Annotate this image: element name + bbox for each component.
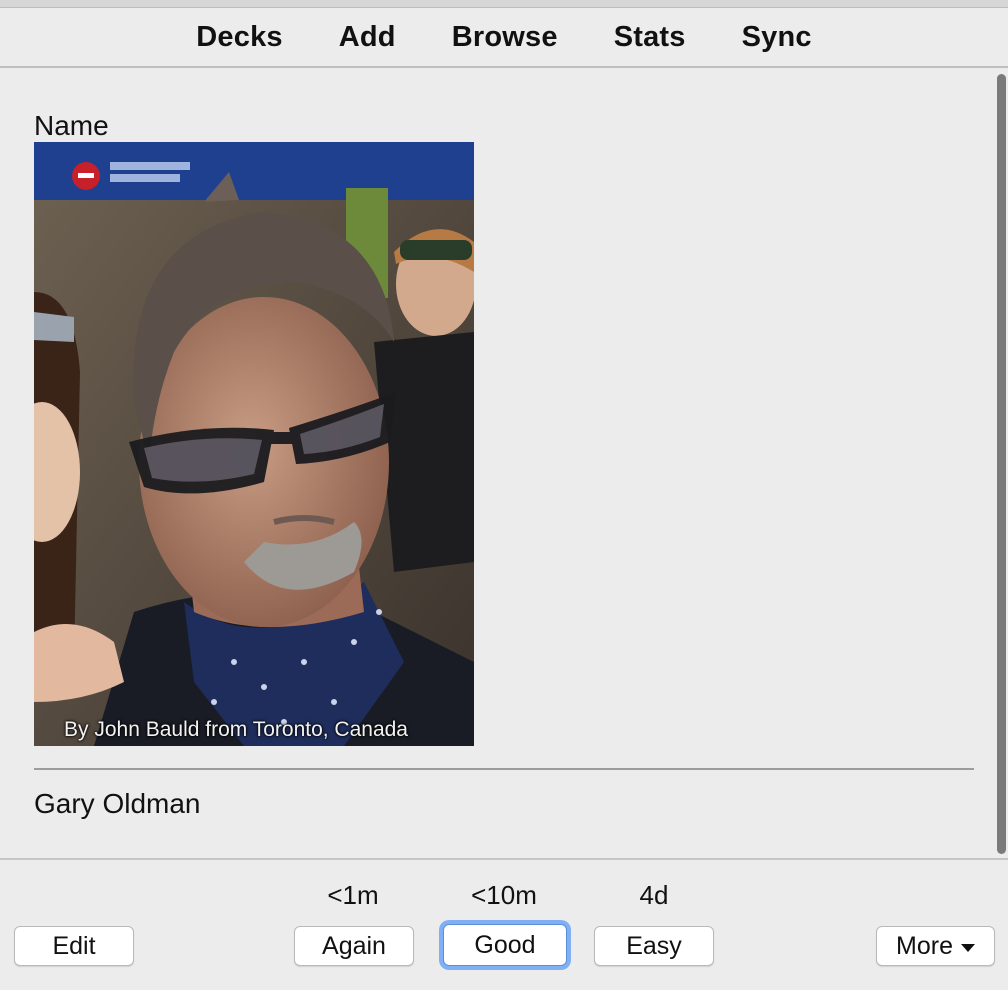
scrollbar-thumb[interactable] xyxy=(997,74,1006,854)
easy-interval: 4d xyxy=(639,880,669,910)
easy-button[interactable]: Easy xyxy=(594,926,714,966)
more-button[interactable]: More xyxy=(876,926,995,966)
window-titlebar-strip xyxy=(0,0,1008,8)
nav-add[interactable]: Add xyxy=(311,21,424,54)
portrait-image xyxy=(34,142,474,746)
nav-decks[interactable]: Decks xyxy=(168,21,310,54)
edit-button[interactable]: Edit xyxy=(14,926,134,966)
more-button-label: More xyxy=(896,931,953,960)
review-bottom-bar: <1m <10m 4d Edit Again Good Easy More xyxy=(0,858,1008,990)
answer-divider xyxy=(34,768,974,770)
card-scrollbar[interactable] xyxy=(994,70,1008,858)
nav-stats[interactable]: Stats xyxy=(586,21,714,54)
good-interval: <10m xyxy=(471,880,537,910)
card-answer: Gary Oldman xyxy=(34,788,201,819)
good-button[interactable]: Good xyxy=(443,924,567,966)
again-interval: <1m xyxy=(327,880,379,910)
main-toolbar: Decks Add Browse Stats Sync xyxy=(0,8,1008,68)
again-button[interactable]: Again xyxy=(294,926,414,966)
card-field-label: Name xyxy=(34,110,109,141)
nav-sync[interactable]: Sync xyxy=(714,21,840,54)
card-view: Name By John Bauld from Toronto, Canada … xyxy=(0,70,1008,858)
chevron-down-icon xyxy=(960,944,975,952)
photo-caption: By John Bauld from Toronto, Canada xyxy=(64,718,408,741)
nav-browse[interactable]: Browse xyxy=(424,21,586,54)
card-photo: By John Bauld from Toronto, Canada xyxy=(34,142,474,746)
